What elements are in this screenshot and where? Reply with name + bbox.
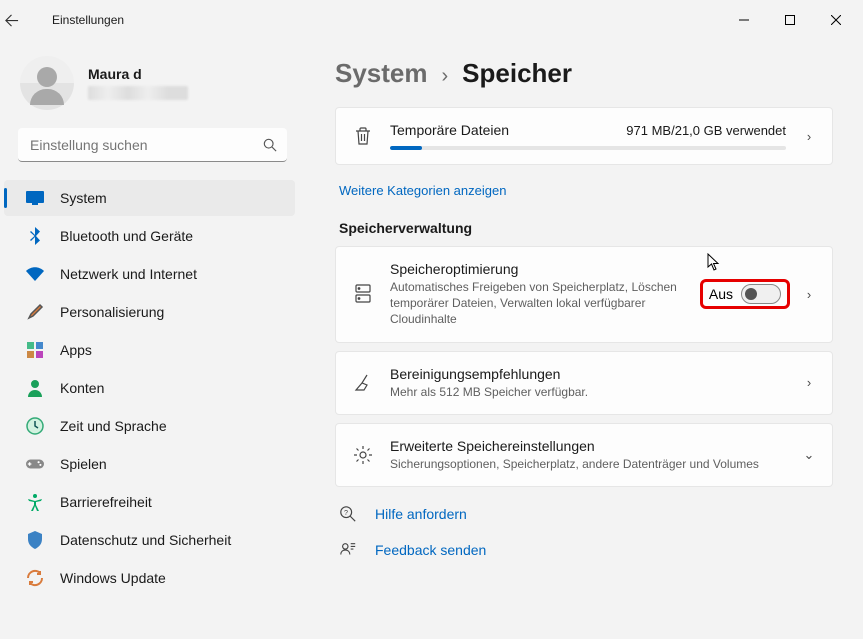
nav-item-brush[interactable]: Personalisierung [4, 294, 295, 330]
gamepad-icon [26, 455, 44, 473]
svg-text:?: ? [344, 508, 348, 517]
nav-label: Windows Update [60, 570, 166, 586]
nav-label: Konten [60, 380, 104, 396]
nav-label: System [60, 190, 107, 206]
accessibility-icon [26, 493, 44, 511]
temp-files-card[interactable]: Temporäre Dateien 971 MB/21,0 GB verwend… [335, 107, 833, 165]
search-input[interactable] [18, 128, 287, 162]
nav-item-apps[interactable]: Apps [4, 332, 295, 368]
nav-item-display[interactable]: System [4, 180, 295, 216]
profile-name: Maura d [88, 66, 188, 82]
cleanup-desc: Mehr als 512 MB Speicher verfügbar. [390, 384, 786, 400]
nav-label: Spielen [60, 456, 107, 472]
window-title: Einstellungen [52, 13, 124, 27]
titlebar: Einstellungen [0, 0, 863, 40]
feedback-icon [339, 541, 357, 559]
nav-label: Zeit und Sprache [60, 418, 167, 434]
nav-item-wifi[interactable]: Netzwerk und Internet [4, 256, 295, 292]
help-link[interactable]: ? Hilfe anfordern [339, 505, 829, 523]
advanced-desc: Sicherungsoptionen, Speicherplatz, ander… [390, 456, 786, 472]
profile[interactable]: Maura d [0, 40, 305, 128]
nav-item-bluetooth[interactable]: Bluetooth und Geräte [4, 218, 295, 254]
gear-icon [352, 445, 374, 465]
highlight-box: Aus [700, 279, 790, 309]
sidebar: Maura d System Bluetooth und Geräte Netzwe… [0, 40, 305, 639]
nav-list: System Bluetooth und Geräte Netzwerk und I… [0, 178, 305, 635]
more-categories-link[interactable]: Weitere Kategorien anzeigen [339, 183, 506, 198]
storage-icon [352, 284, 374, 304]
brush-icon [26, 303, 44, 321]
temp-files-title: Temporäre Dateien [390, 122, 509, 138]
minimize-button[interactable] [721, 4, 767, 36]
person-icon [26, 379, 44, 397]
update-icon [26, 569, 44, 587]
storage-sense-card[interactable]: Speicheroptimierung Automatisches Freige… [335, 246, 833, 343]
broom-icon [352, 373, 374, 393]
back-button[interactable] [4, 13, 44, 28]
nav-label: Bluetooth und Geräte [60, 228, 193, 244]
chevron-right-icon: › [442, 65, 449, 88]
nav-item-update[interactable]: Windows Update [4, 560, 295, 596]
advanced-title: Erweiterte Speichereinstellungen [390, 438, 786, 454]
breadcrumb: System › Speicher [335, 58, 833, 89]
content: System › Speicher Temporäre Dateien 971 … [305, 40, 863, 639]
nav-label: Barrierefreiheit [60, 494, 152, 510]
wifi-icon [26, 265, 44, 283]
chevron-right-icon: › [802, 129, 816, 144]
temp-files-progress [390, 146, 786, 150]
nav-item-gamepad[interactable]: Spielen [4, 446, 295, 482]
profile-email-blurred [88, 86, 188, 100]
cleanup-card[interactable]: Bereinigungsempfehlungen Mehr als 512 MB… [335, 351, 833, 415]
search-box[interactable] [18, 128, 287, 162]
progress-fill [390, 146, 422, 150]
help-icon: ? [339, 505, 357, 523]
chevron-right-icon: › [802, 375, 816, 390]
apps-icon [26, 341, 44, 359]
nav-label: Netzwerk und Internet [60, 266, 197, 282]
cleanup-title: Bereinigungsempfehlungen [390, 366, 786, 382]
avatar [20, 56, 74, 110]
trash-icon [352, 126, 374, 146]
nav-item-person[interactable]: Konten [4, 370, 295, 406]
maximize-button[interactable] [767, 4, 813, 36]
nav-item-accessibility[interactable]: Barrierefreiheit [4, 484, 295, 520]
display-icon [26, 189, 44, 207]
storage-sense-desc: Automatisches Freigeben von Speicherplat… [390, 279, 684, 328]
nav-label: Datenschutz und Sicherheit [60, 532, 231, 548]
advanced-card[interactable]: Erweiterte Speichereinstellungen Sicheru… [335, 423, 833, 487]
chevron-right-icon: › [802, 287, 816, 302]
close-button[interactable] [813, 4, 859, 36]
shield-icon [26, 531, 44, 549]
bluetooth-icon [26, 227, 44, 245]
nav-item-shield[interactable]: Datenschutz und Sicherheit [4, 522, 295, 558]
nav-label: Apps [60, 342, 92, 358]
page-title: Speicher [462, 58, 572, 89]
nav-item-clock[interactable]: Zeit und Sprache [4, 408, 295, 444]
chevron-down-icon: ⌄ [802, 447, 816, 463]
breadcrumb-parent[interactable]: System [335, 58, 428, 89]
feedback-link[interactable]: Feedback senden [339, 541, 829, 559]
storage-sense-title: Speicheroptimierung [390, 261, 684, 277]
section-heading: Speicherverwaltung [339, 220, 829, 236]
temp-files-usage: 971 MB/21,0 GB verwendet [626, 123, 786, 138]
feedback-text: Feedback senden [375, 542, 486, 558]
toggle-label: Aus [709, 286, 733, 302]
nav-label: Personalisierung [60, 304, 164, 320]
clock-icon [26, 417, 44, 435]
storage-sense-toggle[interactable] [741, 284, 781, 304]
help-text: Hilfe anfordern [375, 506, 467, 522]
